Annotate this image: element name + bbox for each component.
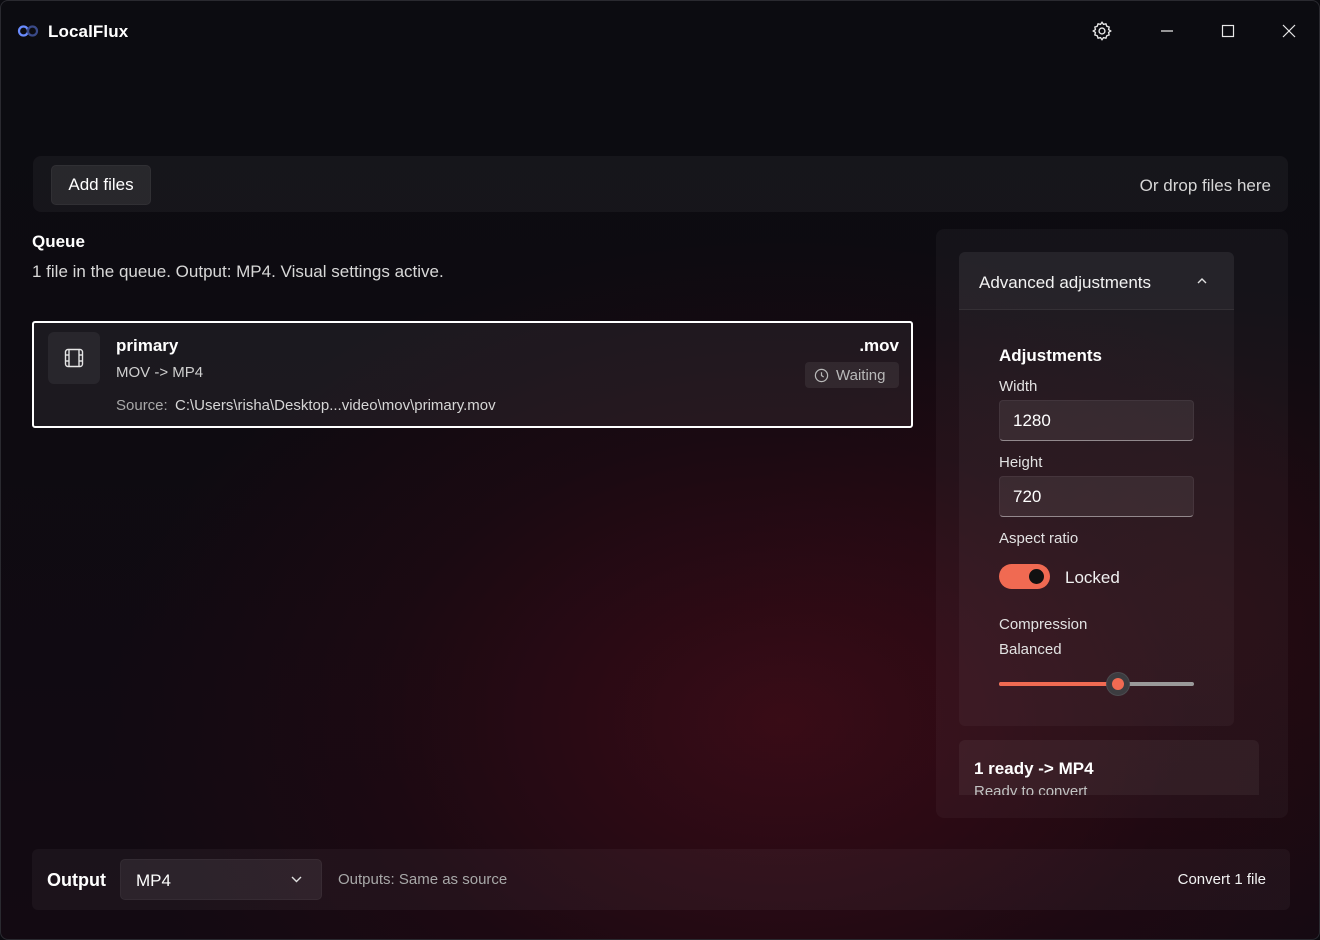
queue-item[interactable]: primary MOV -> MP4 Source: C:\Users\rish… (32, 321, 913, 428)
file-conversion: MOV -> MP4 (116, 364, 204, 381)
compression-label: Compression (999, 616, 1088, 633)
compression-slider-fill (999, 682, 1118, 686)
height-label: Height (999, 454, 1043, 471)
file-thumbnail (48, 332, 100, 384)
close-icon (1282, 24, 1296, 38)
add-files-button[interactable]: Add files (51, 165, 151, 205)
drop-hint: Or drop files here (1139, 176, 1271, 195)
settings-icon (1092, 21, 1112, 41)
status-text: Waiting (836, 366, 886, 384)
clock-icon (814, 368, 829, 382)
aspect-ratio-label: Aspect ratio (999, 530, 1079, 547)
compression-slider[interactable] (999, 672, 1194, 696)
minimize-icon (1161, 30, 1173, 32)
title-bar: LocalFlux (1, 1, 1319, 61)
slider-thumb-center (1111, 678, 1124, 690)
compression-value: Balanced (999, 641, 1062, 658)
settings-button[interactable] (1086, 15, 1118, 47)
advanced-adjustments-header[interactable]: Advanced adjustments (959, 252, 1234, 310)
output-bar: Output MP4 Outputs: Same as source Conve… (32, 849, 1290, 910)
convert-button[interactable]: Convert 1 file (1178, 871, 1266, 888)
conversion-summary: 1 ready -> MP4 Ready to convert (959, 740, 1259, 795)
chevron-up-icon[interactable] (1195, 275, 1209, 287)
adjustments-title: Adjustments (999, 346, 1102, 365)
film-icon (64, 348, 84, 368)
maximize-button[interactable] (1212, 15, 1244, 47)
status-badge: Waiting (805, 362, 899, 388)
minimize-button[interactable] (1151, 15, 1183, 47)
aspect-ratio-toggle[interactable] (999, 564, 1050, 589)
close-button[interactable] (1273, 15, 1305, 47)
file-extension: .mov (859, 336, 899, 355)
app-title: LocalFlux (48, 22, 129, 41)
queue-title: Queue (32, 232, 85, 251)
source-label: Source: (116, 397, 168, 414)
compression-slider-thumb[interactable] (1105, 672, 1130, 696)
summary-title: 1 ready -> MP4 (974, 759, 1094, 778)
output-hint: Outputs: Same as source (338, 871, 508, 888)
output-format-value: MP4 (136, 871, 171, 890)
width-label: Width (999, 378, 1038, 395)
maximize-icon (1221, 24, 1235, 38)
aspect-ratio-toggle-label: Locked (1065, 568, 1120, 587)
queue-summary: 1 file in the queue. Output: MP4. Visual… (32, 262, 444, 281)
output-label: Output (47, 870, 106, 890)
source-path: C:\Users\risha\Desktop...video\mov\prima… (175, 397, 496, 414)
file-name: primary (116, 336, 179, 355)
add-files-bar[interactable]: Add files Or drop files here (33, 156, 1288, 212)
chevron-down-icon (291, 876, 302, 883)
toggle-knob (1029, 569, 1044, 584)
summary-subtitle: Ready to convert (974, 783, 1088, 795)
height-input[interactable]: 720 (999, 476, 1194, 517)
app-logo-icon (17, 25, 39, 37)
width-input[interactable]: 1280 (999, 400, 1194, 441)
settings-panel: Advanced adjustments Adjustments Width 1… (936, 229, 1288, 818)
advanced-adjustments-title: Advanced adjustments (979, 273, 1151, 292)
app-window: LocalFlux Add files Or drop files here Q… (0, 0, 1320, 940)
advanced-adjustments: Advanced adjustments Adjustments Width 1… (959, 252, 1234, 726)
output-format-select[interactable]: MP4 (120, 859, 322, 900)
